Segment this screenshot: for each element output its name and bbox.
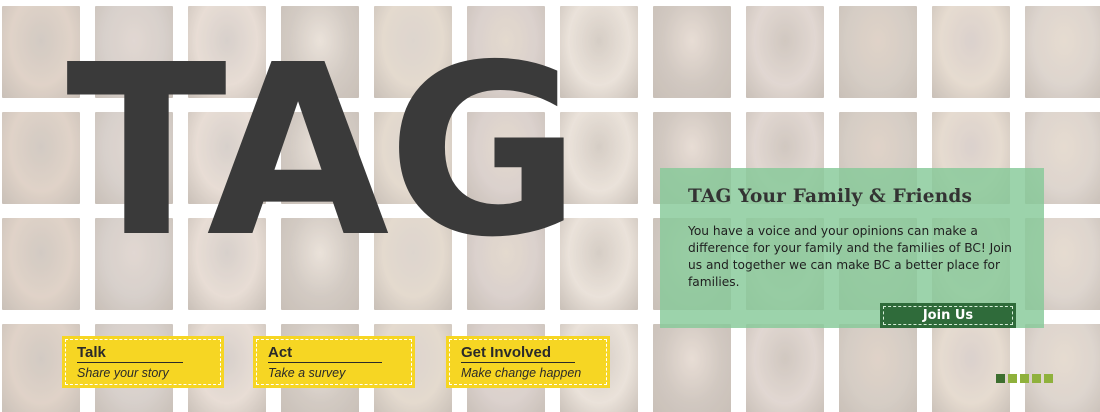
pager-dot[interactable] <box>1020 374 1029 383</box>
talk-card-title: Talk <box>77 344 183 363</box>
pager-dot[interactable] <box>1008 374 1017 383</box>
hero-title: TAG <box>66 14 581 289</box>
pager-dot[interactable] <box>996 374 1005 383</box>
act-action-card[interactable]: Act Take a survey <box>253 336 415 388</box>
get-involved-action-card[interactable]: Get Involved Make change happen <box>446 336 610 388</box>
talk-card-subtitle: Share your story <box>77 366 169 380</box>
pager-dot[interactable] <box>1044 374 1053 383</box>
get-involved-card-subtitle: Make change happen <box>461 366 582 380</box>
act-card-subtitle: Take a survey <box>268 366 346 380</box>
info-panel: TAG Your Family & Friends You have a voi… <box>660 168 1044 328</box>
get-involved-card-title: Get Involved <box>461 344 575 363</box>
info-panel-heading: TAG Your Family & Friends <box>688 186 973 207</box>
join-us-label: Join Us <box>922 308 974 323</box>
slider-pager <box>996 374 1053 383</box>
info-panel-body: You have a voice and your opinions can m… <box>688 224 1012 289</box>
pager-dot[interactable] <box>1032 374 1041 383</box>
act-card-title: Act <box>268 344 382 363</box>
join-us-button[interactable]: Join Us <box>880 303 1016 328</box>
talk-action-card[interactable]: Talk Share your story <box>62 336 224 388</box>
